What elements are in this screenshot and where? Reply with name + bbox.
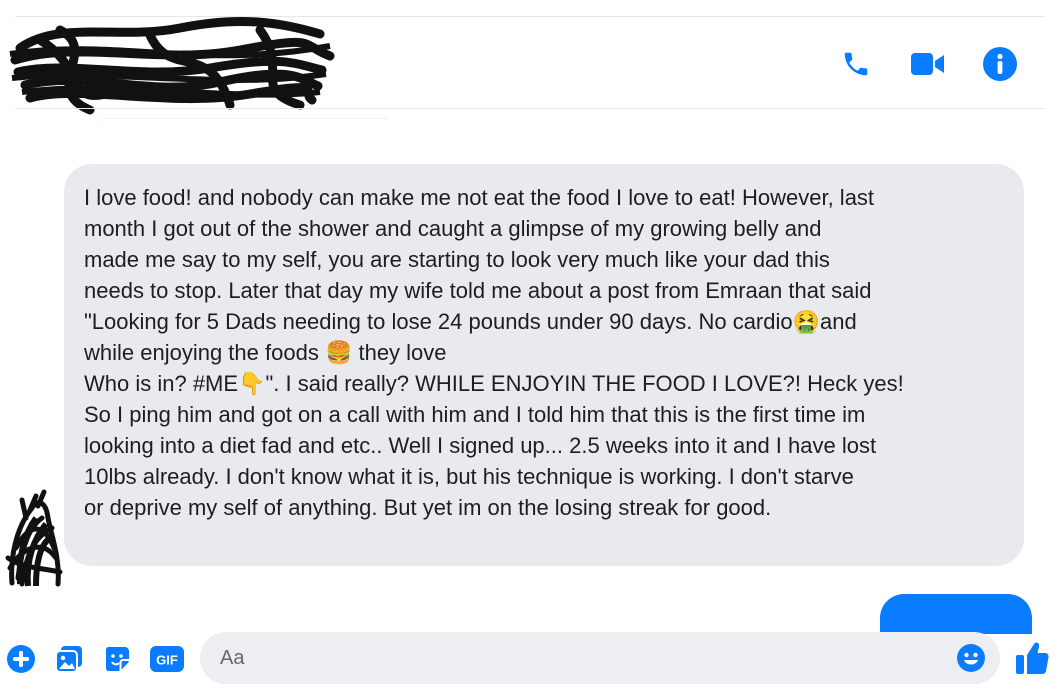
message-line: or deprive my self of anything. But yet …	[84, 495, 772, 520]
burger-emoji: 🍔	[324, 340, 353, 365]
message-composer: GIF	[0, 628, 1060, 700]
call-button[interactable]	[836, 44, 876, 84]
message-line: made me say to my self, you are starting…	[84, 247, 830, 272]
emoji-icon[interactable]	[956, 643, 986, 673]
header-bottom-divider	[15, 108, 1045, 109]
message-line: needs to stop. Later that day my wife to…	[84, 278, 872, 303]
gif-label: GIF	[156, 653, 178, 668]
avatar	[5, 489, 63, 587]
message-segment: Who is in? #ME	[84, 371, 239, 396]
message-input-container[interactable]	[200, 632, 1000, 684]
message-segment: and	[820, 309, 857, 334]
add-icon	[7, 645, 35, 673]
message-input[interactable]	[218, 645, 942, 671]
message-segment: while enjoying the foods	[84, 340, 319, 365]
message-segment: ". I said really? WHILE ENJOYIN THE FOOD…	[265, 371, 904, 396]
more-actions-button[interactable]	[4, 642, 38, 676]
message-text: I love food! and nobody can make me not …	[84, 182, 1002, 523]
like-icon[interactable]	[1014, 640, 1050, 676]
message-segment: "Looking for 5 Dads needing to lose 24 p…	[84, 309, 793, 334]
header-actions	[836, 44, 1020, 84]
phone-icon	[844, 52, 868, 76]
point-down-emoji: 👇	[238, 371, 266, 396]
message-line: Who is in? #ME👇". I said really? WHILE E…	[84, 368, 1002, 399]
attach-photo-button[interactable]	[52, 642, 86, 676]
nauseated-emoji: 🤮	[792, 309, 821, 334]
info-icon	[983, 47, 1017, 81]
photo-icon	[55, 646, 82, 673]
message-line: So I ping him and got on a call with him…	[84, 402, 866, 427]
message-segment: they love	[352, 340, 447, 365]
video-call-button[interactable]	[908, 44, 948, 84]
video-icon	[911, 53, 944, 75]
message-line: 10lbs already. I don't know what it is, …	[84, 464, 854, 489]
message-line: while enjoying the foods 🍔 they love	[84, 337, 1002, 368]
message-line: "Looking for 5 Dads needing to lose 24 p…	[84, 306, 1002, 337]
message-line: month I got out of the shower and caught…	[84, 216, 822, 241]
conversation-info-button[interactable]	[980, 44, 1020, 84]
gif-button[interactable]: GIF	[148, 642, 186, 676]
sticker-button[interactable]	[100, 642, 134, 676]
received-message-bubble[interactable]: I love food! and nobody can make me not …	[64, 164, 1024, 566]
scroll-fade-edge	[100, 118, 390, 125]
sticker-icon	[106, 647, 129, 671]
gif-icon: GIF	[150, 646, 184, 672]
message-line: looking into a diet fad and etc.. Well I…	[84, 433, 877, 458]
redacted-name-scribble	[9, 17, 335, 115]
message-line: I love food! and nobody can make me not …	[84, 185, 875, 210]
